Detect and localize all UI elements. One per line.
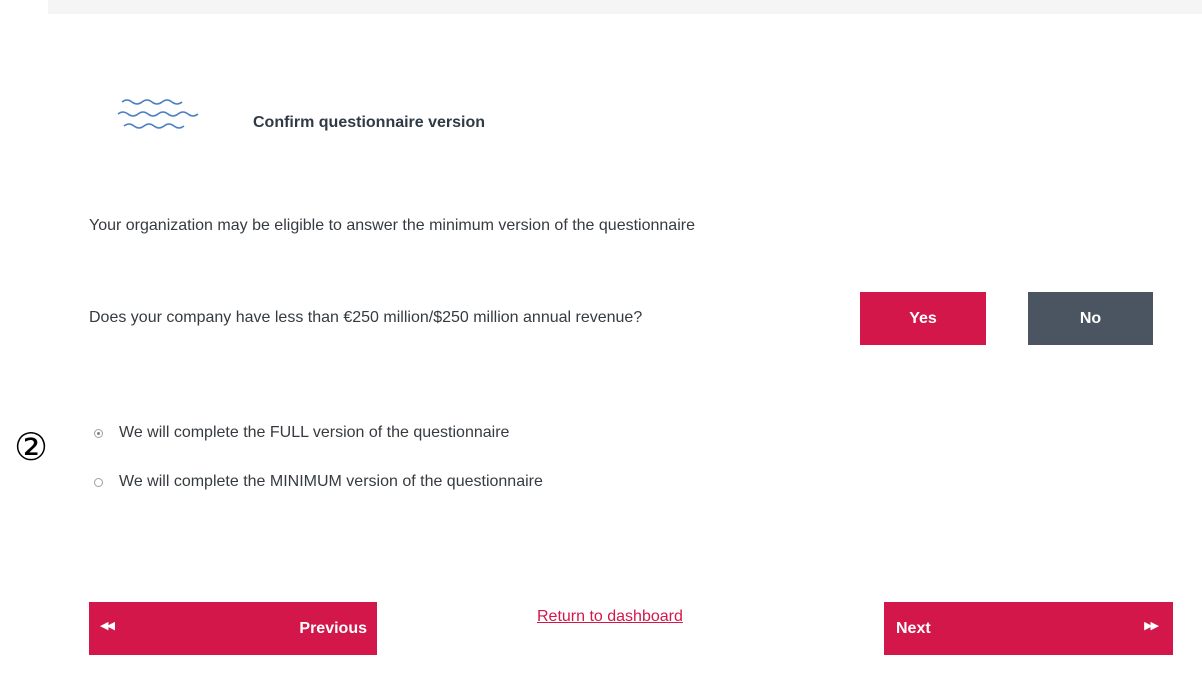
minimum-version-radio[interactable] — [94, 477, 103, 487]
yes-button[interactable]: Yes — [860, 292, 986, 345]
next-button[interactable]: Next ▶▶ — [884, 602, 1173, 655]
step-marker: ② — [14, 425, 49, 469]
double-arrow-left-icon: ◀◀ — [100, 619, 115, 632]
revenue-question-text: Does your company have less than €250 mi… — [89, 309, 643, 326]
previous-button-label: Previous — [299, 619, 367, 637]
full-version-option[interactable]: We will complete the FULL version of the… — [94, 424, 509, 442]
eligibility-text: Your organization may be eligible to ans… — [89, 217, 695, 234]
minimum-version-label: We will complete the MINIMUM version of … — [119, 473, 543, 490]
yes-button-label: Yes — [909, 309, 937, 327]
no-button-label: No — [1079, 309, 1102, 327]
page-title: Confirm questionnaire version — [253, 114, 486, 131]
next-button-label: Next — [896, 619, 931, 637]
top-bar — [48, 0, 1202, 14]
return-to-dashboard-link[interactable]: Return to dashboard — [537, 608, 683, 626]
previous-button[interactable]: ◀◀ Previous — [89, 602, 377, 655]
minimum-version-option[interactable]: We will complete the MINIMUM version of … — [94, 473, 543, 491]
double-arrow-right-icon: ▶▶ — [1144, 619, 1159, 632]
full-version-radio[interactable] — [94, 428, 103, 438]
full-version-label: We will complete the FULL version of the… — [119, 424, 510, 441]
waves-icon — [117, 99, 199, 129]
no-button[interactable]: No — [1028, 292, 1153, 345]
